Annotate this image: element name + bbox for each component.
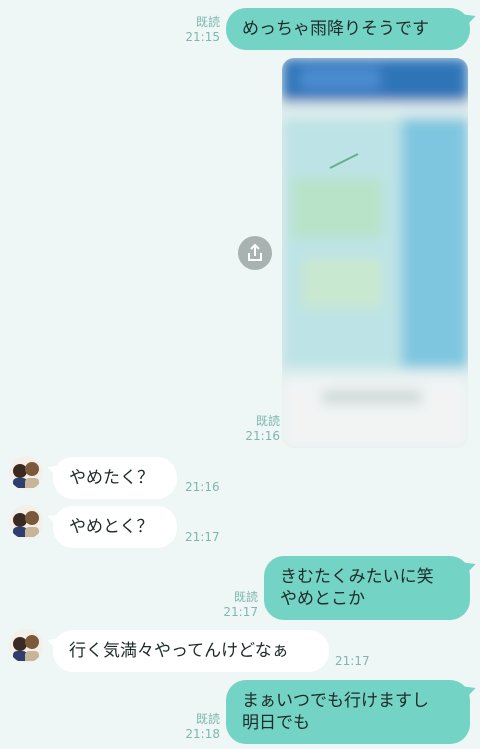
- read-receipt: 既読: [195, 15, 220, 29]
- outgoing-message-bubble[interactable]: まぁいつでも行けますし 明日でも: [226, 680, 470, 744]
- message-text: 行く気満々やってんけどなぁ: [69, 641, 289, 661]
- timestamp: 21:17: [335, 654, 370, 668]
- message-text: めっちゃ雨降りそうです: [242, 19, 429, 39]
- read-receipt: 既読: [195, 712, 220, 726]
- contact-avatar[interactable]: [9, 456, 43, 490]
- message-text: やめとこか: [280, 589, 365, 609]
- timestamp: 21:18: [185, 727, 220, 741]
- message-meta: 既読 21:17: [218, 590, 258, 620]
- outgoing-message-bubble[interactable]: きむたくみたいに笑 やめとこか: [264, 556, 470, 620]
- message-text: きむたくみたいに笑: [280, 567, 434, 587]
- message-text: まぁいつでも行けますし: [242, 691, 429, 711]
- message-meta: 既読 21:18: [180, 712, 220, 742]
- message-meta: 既読 21:15: [180, 15, 220, 45]
- message-text: 明日でも: [242, 713, 310, 733]
- incoming-message-bubble[interactable]: やめたく？: [53, 457, 177, 499]
- read-receipt: 既読: [255, 414, 280, 428]
- share-button[interactable]: [238, 236, 272, 270]
- timestamp: 21:16: [245, 429, 280, 443]
- incoming-message-bubble[interactable]: やめとく？: [53, 506, 177, 548]
- share-icon: [248, 243, 262, 261]
- timestamp: 21:17: [223, 605, 258, 619]
- contact-avatar[interactable]: [9, 629, 43, 663]
- timestamp: 21:16: [185, 480, 220, 494]
- timestamp: 21:17: [185, 530, 220, 544]
- image-message[interactable]: [282, 58, 468, 448]
- incoming-message-bubble[interactable]: 行く気満々やってんけどなぁ: [53, 630, 329, 672]
- message-text: やめたく？: [69, 468, 154, 488]
- message-text: やめとく？: [69, 517, 154, 537]
- read-receipt: 既読: [233, 590, 258, 604]
- blurred-map-image: [282, 58, 468, 448]
- outgoing-message-bubble[interactable]: めっちゃ雨降りそうです: [226, 8, 470, 50]
- timestamp: 21:15: [185, 30, 220, 44]
- message-meta: 既読 21:16: [236, 414, 280, 444]
- contact-avatar[interactable]: [9, 505, 43, 539]
